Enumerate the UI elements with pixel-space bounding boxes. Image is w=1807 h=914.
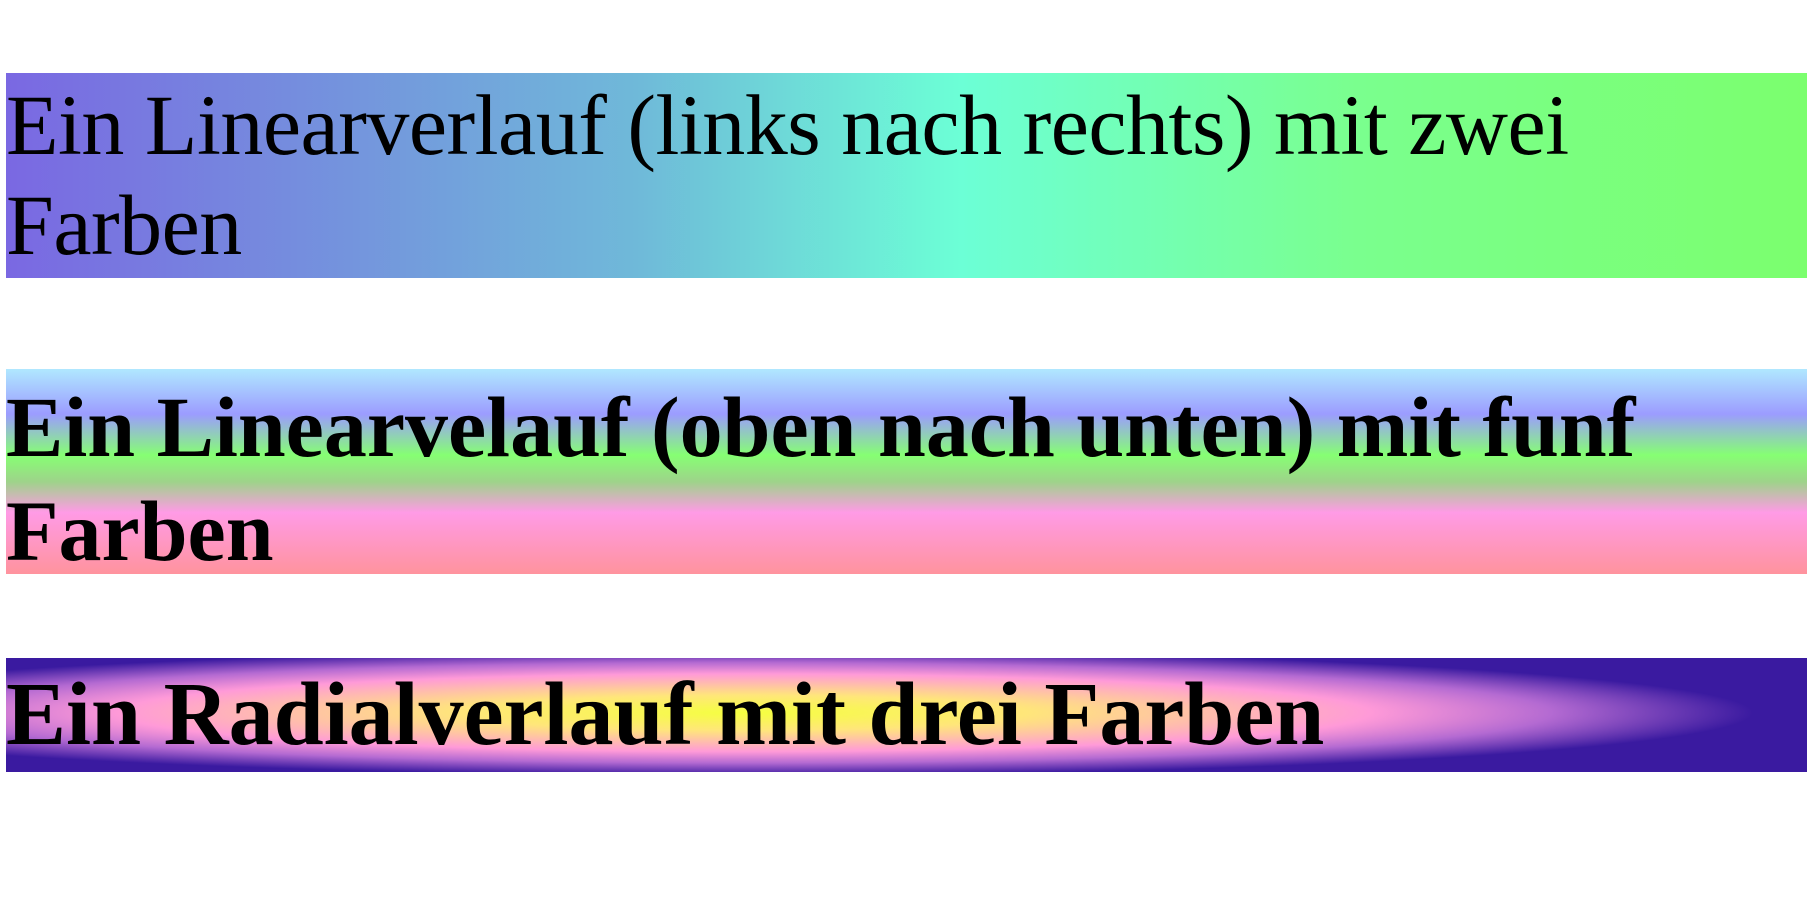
banner-heading-horizontal: Ein Linearverlauf (links nach rechts) mi… [6,77,1569,273]
banner-heading-radial: Ein Radialverlauf mit drei Farben [6,665,1325,764]
linear-gradient-banner-vertical: Ein Linearvelauf (oben nach unten) mit f… [6,369,1807,574]
linear-gradient-banner-horizontal: Ein Linearverlauf (links nach rechts) mi… [6,73,1807,278]
radial-gradient-banner: Ein Radialverlauf mit drei Farben [6,658,1807,772]
banner-heading-vertical: Ein Linearvelauf (oben nach unten) mit f… [6,379,1636,574]
